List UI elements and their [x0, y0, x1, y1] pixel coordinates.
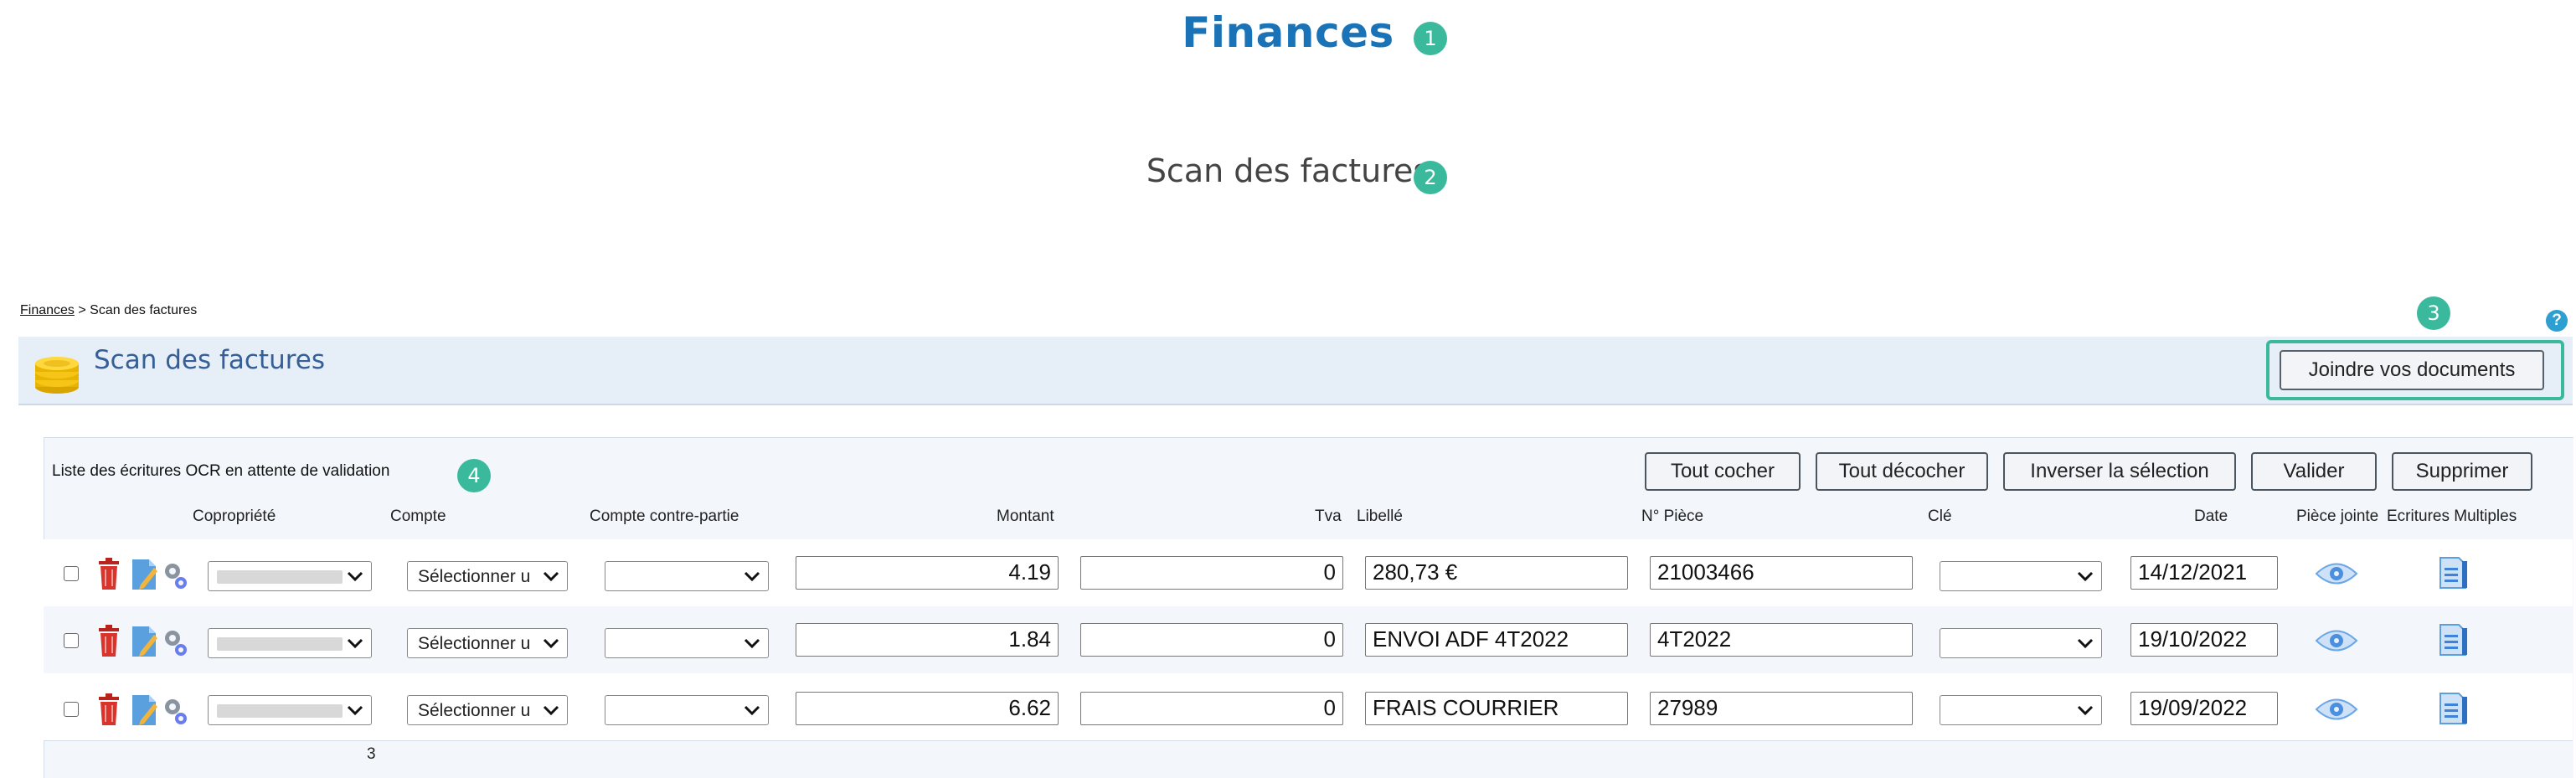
- copropriete-select[interactable]: [208, 561, 372, 591]
- compte-select[interactable]: Sélectionner u: [407, 695, 568, 725]
- date-input[interactable]: 14/12/2021: [2130, 556, 2278, 590]
- date-input[interactable]: 19/09/2022: [2130, 692, 2278, 725]
- column-header-ecritures-multiples: Ecritures Multiples: [2387, 508, 2517, 525]
- compte-select[interactable]: Sélectionner u: [407, 561, 568, 591]
- trash-icon[interactable]: [97, 625, 121, 657]
- panel-title: Liste des écritures OCR en attente de va…: [52, 462, 390, 480]
- chevron-down-icon: [744, 638, 760, 649]
- chevron-down-icon: [543, 705, 559, 716]
- breadcrumb-link-finances[interactable]: Finances: [20, 303, 75, 317]
- chevron-down-icon: [2077, 705, 2094, 716]
- breadcrumb-separator: >: [74, 303, 90, 317]
- chevron-down-icon: [347, 705, 363, 716]
- row-checkbox[interactable]: [64, 566, 79, 581]
- chevron-down-icon: [744, 571, 760, 582]
- join-documents-button[interactable]: Joindre vos documents: [2280, 350, 2544, 390]
- document-icon[interactable]: [2437, 692, 2470, 725]
- montant-input[interactable]: 6.62: [796, 692, 1059, 725]
- piece-input[interactable]: 4T2022: [1650, 623, 1913, 657]
- date-input[interactable]: 19/10/2022: [2130, 623, 2278, 657]
- row-checkbox[interactable]: [64, 633, 79, 648]
- eye-icon[interactable]: [2315, 628, 2358, 653]
- tva-input[interactable]: 0: [1080, 623, 1343, 657]
- chevron-down-icon: [543, 638, 559, 649]
- column-header-tva: Tva: [1315, 508, 1342, 525]
- breadcrumb-current: Scan des factures: [90, 303, 198, 317]
- column-header-date: Date: [2194, 508, 2228, 525]
- validate-button[interactable]: Valider: [2251, 452, 2377, 491]
- callout-3: 3: [2417, 296, 2450, 330]
- callout-4: 4: [457, 459, 491, 492]
- montant-input[interactable]: 1.84: [796, 623, 1059, 657]
- redacted-value: [217, 570, 343, 584]
- edit-settings-icon[interactable]: [131, 556, 191, 593]
- trash-icon[interactable]: [97, 558, 121, 590]
- document-icon[interactable]: [2437, 556, 2470, 590]
- eye-icon[interactable]: [2315, 697, 2358, 722]
- callout-1: 1: [1414, 22, 1447, 55]
- tva-input[interactable]: 0: [1080, 556, 1343, 590]
- chevron-down-icon: [2077, 571, 2094, 582]
- libelle-input[interactable]: ENVOI ADF 4T2022: [1365, 623, 1628, 657]
- section-title: Scan des factures: [94, 345, 326, 375]
- copropriete-select[interactable]: [208, 695, 372, 725]
- montant-input[interactable]: 4.19: [796, 556, 1059, 590]
- eye-icon[interactable]: [2315, 561, 2358, 586]
- delete-button[interactable]: Supprimer: [2392, 452, 2532, 491]
- check-all-button[interactable]: Tout cocher: [1645, 452, 1801, 491]
- chevron-down-icon: [347, 571, 363, 582]
- piece-input[interactable]: 27989: [1650, 692, 1913, 725]
- contre-partie-select[interactable]: [605, 561, 769, 591]
- cle-select[interactable]: [1940, 695, 2102, 725]
- column-header-cle: Clé: [1928, 508, 1952, 525]
- column-header-montant: Montant: [997, 508, 1054, 525]
- section-header: Scan des factures: [18, 337, 2573, 405]
- document-icon[interactable]: [2437, 623, 2470, 657]
- tva-input[interactable]: 0: [1080, 692, 1343, 725]
- contre-partie-select[interactable]: [605, 695, 769, 725]
- libelle-input[interactable]: 280,73 €: [1365, 556, 1628, 590]
- page-title: Finances: [1182, 8, 1394, 57]
- redacted-value: [217, 637, 343, 651]
- cle-select[interactable]: [1940, 561, 2102, 591]
- compte-select[interactable]: Sélectionner u: [407, 628, 568, 658]
- chevron-down-icon: [744, 705, 760, 716]
- cle-select[interactable]: [1940, 628, 2102, 658]
- breadcrumb: Finances > Scan des factures: [20, 303, 197, 318]
- chevron-down-icon: [347, 638, 363, 649]
- row-checkbox[interactable]: [64, 702, 79, 717]
- column-header-libelle: Libellé: [1357, 508, 1403, 525]
- column-header-copropriete: Copropriété: [193, 508, 276, 525]
- column-header-contre-partie: Compte contre-partie: [590, 508, 739, 525]
- table-divider: [44, 740, 2573, 741]
- redacted-value: [217, 704, 343, 718]
- invert-selection-button[interactable]: Inverser la sélection: [2003, 452, 2236, 491]
- help-icon[interactable]: ?: [2546, 310, 2568, 332]
- coins-icon: [35, 357, 79, 394]
- piece-input[interactable]: 21003466: [1650, 556, 1913, 590]
- column-header-piece-jointe: Pièce jointe: [2296, 508, 2379, 525]
- chevron-down-icon: [2077, 638, 2094, 649]
- contre-partie-select[interactable]: [605, 628, 769, 658]
- chevron-down-icon: [543, 571, 559, 582]
- edit-settings-icon[interactable]: [131, 623, 191, 660]
- uncheck-all-button[interactable]: Tout décocher: [1816, 452, 1988, 491]
- edit-settings-icon[interactable]: [131, 692, 191, 729]
- copropriete-select[interactable]: [208, 628, 372, 658]
- trash-icon[interactable]: [97, 693, 121, 725]
- libelle-input[interactable]: FRAIS COURRIER: [1365, 692, 1628, 725]
- column-header-piece: N° Pièce: [1641, 508, 1704, 525]
- row-count: 3: [367, 745, 376, 763]
- callout-2: 2: [1414, 161, 1447, 194]
- page-subtitle: Scan des factures: [1146, 152, 1430, 189]
- column-header-compte: Compte: [390, 508, 446, 525]
